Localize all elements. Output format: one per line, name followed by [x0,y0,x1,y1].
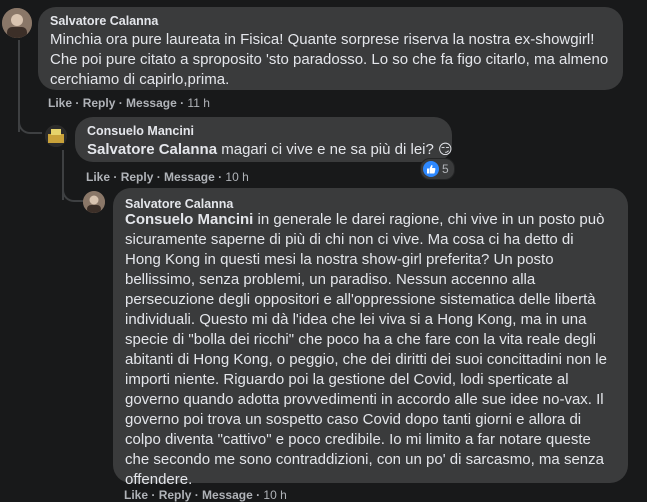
avatar-photo-icon [2,8,32,38]
avatar[interactable] [2,8,32,38]
comment-bubble: Salvatore Calanna Consuelo Mancini in ge… [113,188,628,488]
comment-text: Salvatore Calanna magari ci vive e ne sa… [87,139,453,160]
reply-button[interactable]: Reply [121,170,154,184]
message-button[interactable]: Message [126,96,177,110]
comment-bubble: Consuelo Mancini Salvatore Calanna magar… [75,117,453,162]
like-button[interactable]: Like [86,170,110,184]
like-button[interactable]: Like [124,488,148,502]
comment-bubble: Salvatore Calanna Minchia ora pure laure… [38,7,623,90]
comment-text-body: in generale le darei ragione, chi vive i… [125,211,607,488]
reply-button[interactable]: Reply [159,488,192,502]
reply-button[interactable]: Reply [83,96,116,110]
thread-connector-reply2 [62,178,84,202]
timestamp[interactable]: 10 h [225,170,248,184]
like-button[interactable]: Like [48,96,72,110]
comment-author[interactable]: Salvatore Calanna [125,197,233,211]
comment-author[interactable]: Salvatore Calanna [50,14,158,28]
comment-text-body: magari ci vive e ne sa più di lei? [217,141,439,158]
comment-actions: Like · Reply · Message · 10 h [86,170,249,184]
smirk-emoji-icon: 😏 [438,141,453,157]
reaction-badge[interactable]: 5 [420,158,455,180]
thread-connector-reply1 [18,110,42,134]
comment-actions: Like · Reply · Message · 11 h [48,96,210,110]
message-button[interactable]: Message [164,170,215,184]
comment-text: Minchia ora pure laureata in Fisica! Qua… [50,31,609,88]
comment-actions: Like · Reply · Message · 10 h [124,488,287,502]
avatar[interactable] [45,125,67,147]
like-reaction-icon [423,161,439,177]
reaction-count: 5 [442,162,449,176]
avatar-photo-icon [45,125,67,147]
avatar-photo-icon [83,191,105,213]
mention-link[interactable]: Salvatore Calanna [87,141,217,158]
timestamp[interactable]: 11 h [187,96,209,110]
mention-link[interactable]: Consuelo Mancini [125,211,253,228]
avatar[interactable] [83,191,105,213]
message-button[interactable]: Message [202,488,253,502]
comment-text: Consuelo Mancini in generale le darei ra… [125,210,610,490]
timestamp[interactable]: 10 h [263,488,286,502]
comment-author[interactable]: Consuelo Mancini [87,124,194,138]
